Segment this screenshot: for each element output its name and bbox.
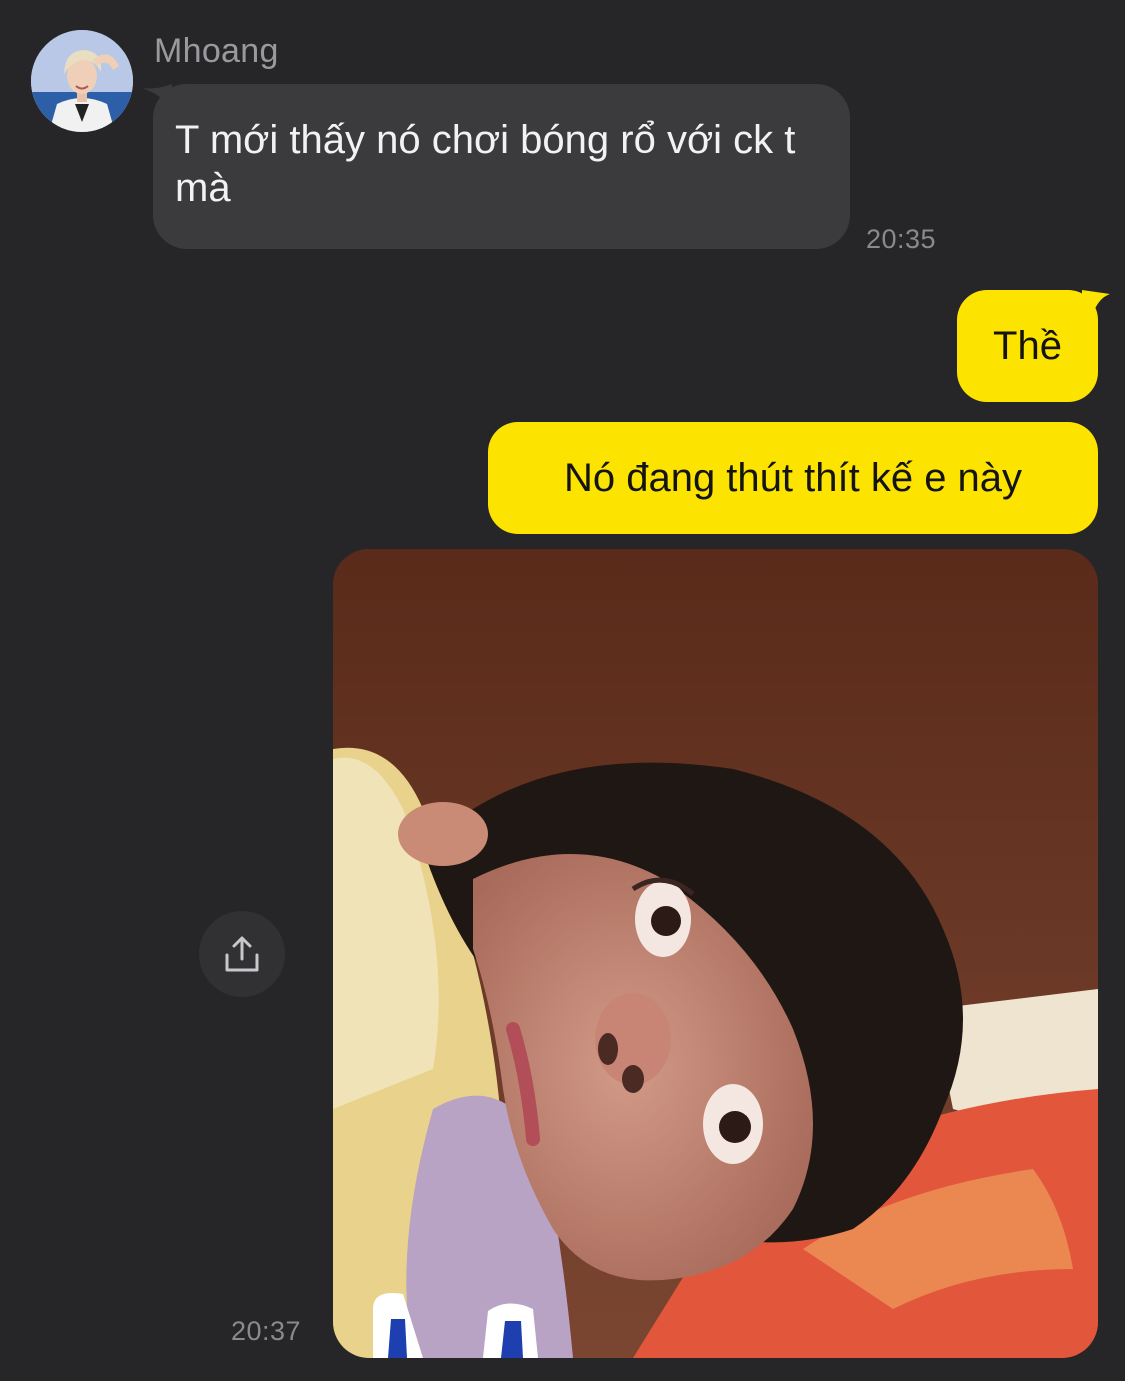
share-button[interactable] [199,911,285,997]
message-text: T mới thấy nó chơi bóng rổ với ck t mà [175,118,796,210]
share-icon [225,936,259,972]
message-text: Thề [993,324,1062,368]
incoming-message-bubble[interactable]: T mới thấy nó chơi bóng rổ với ck t mà [153,84,850,249]
outgoing-message-bubble[interactable]: Nó đang thút thít kế e này [488,422,1098,534]
message-timestamp: 20:37 [231,1316,302,1346]
image-message[interactable] [333,549,1098,1358]
sender-avatar[interactable] [31,30,133,132]
message-timestamp: 20:35 [866,224,937,254]
sender-name: Mhoang [154,32,279,70]
outgoing-message-bubble[interactable]: Thề [957,290,1098,402]
child-photo [333,549,1098,1358]
message-text: Nó đang thút thít kế e này [563,456,1023,500]
